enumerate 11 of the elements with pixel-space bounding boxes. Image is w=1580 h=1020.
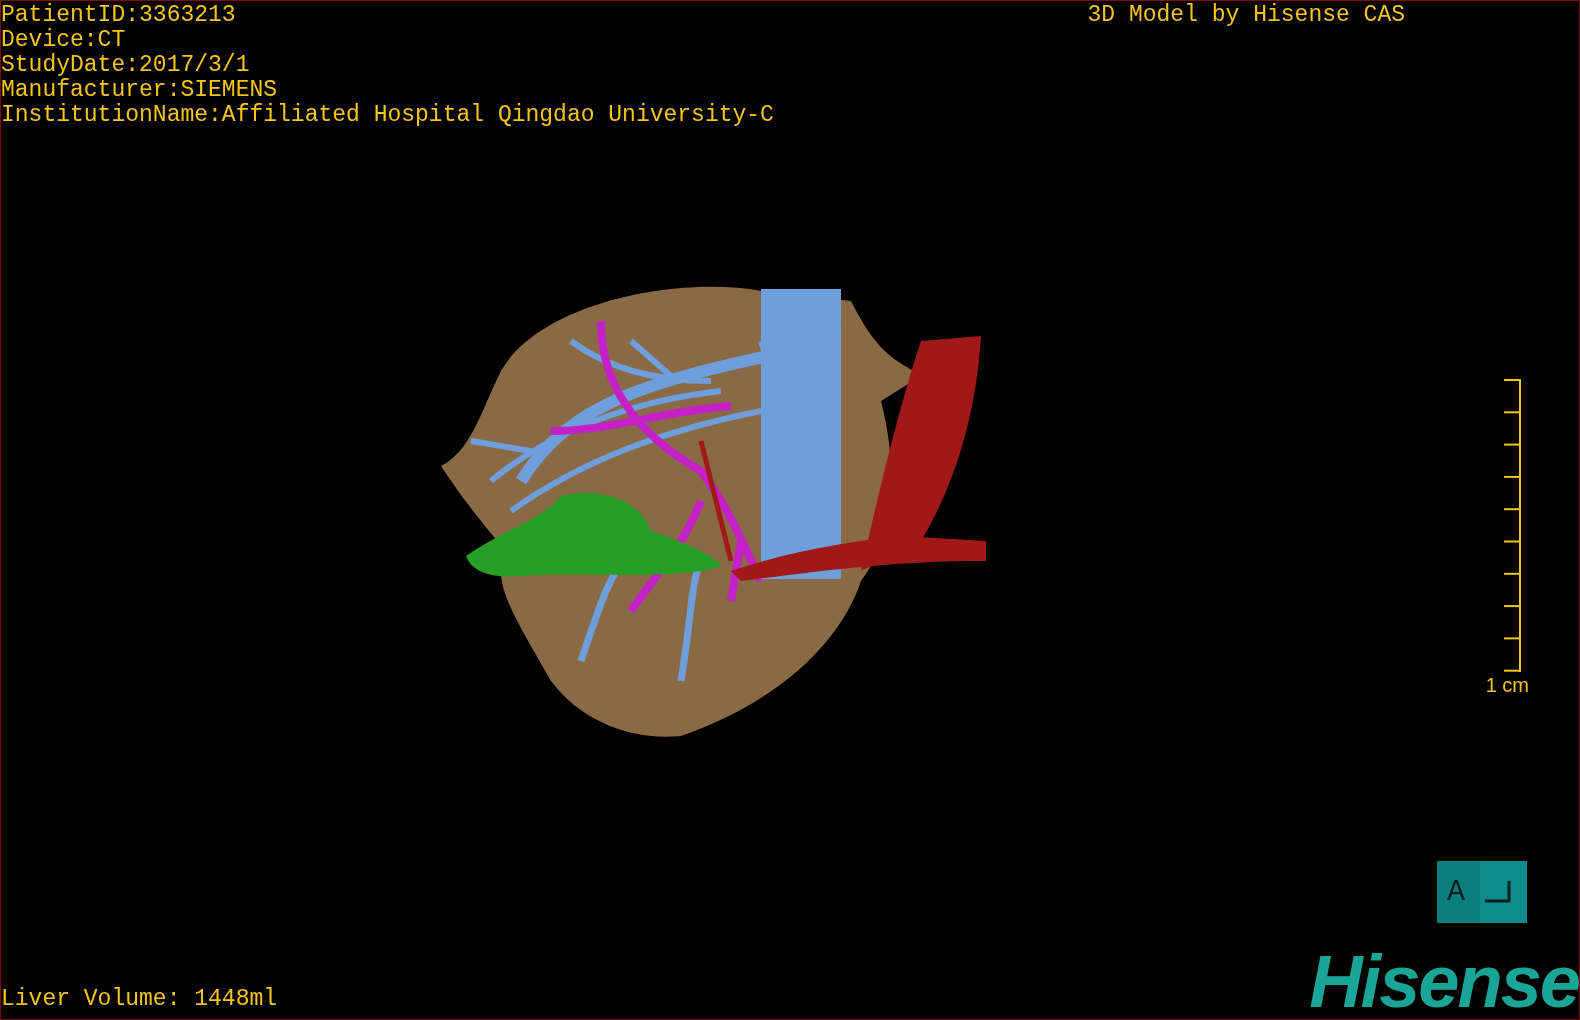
liver-volume-text: Liver Volume: 1448ml <box>1 987 278 1012</box>
patient-info-text: Device:CT <box>1 28 126 53</box>
brand-logo: Hisense <box>1309 951 1579 1013</box>
viewer-title: 3D Model by Hisense CAS <box>1087 3 1405 28</box>
patient-info-text: InstitutionName:Affiliated Hospital Qingdao University-C <box>1 103 774 128</box>
corner-icon <box>1485 881 1511 903</box>
orientation-marker: A <box>1437 861 1527 923</box>
scale-label: 1 cm <box>1485 674 1529 697</box>
patient-info-text: StudyDate:2017/3/1 <box>1 53 250 78</box>
patient-info-text: PatientID:3363213 <box>1 3 236 28</box>
patient-info-text: Manufacturer:SIEMENS <box>1 78 278 103</box>
